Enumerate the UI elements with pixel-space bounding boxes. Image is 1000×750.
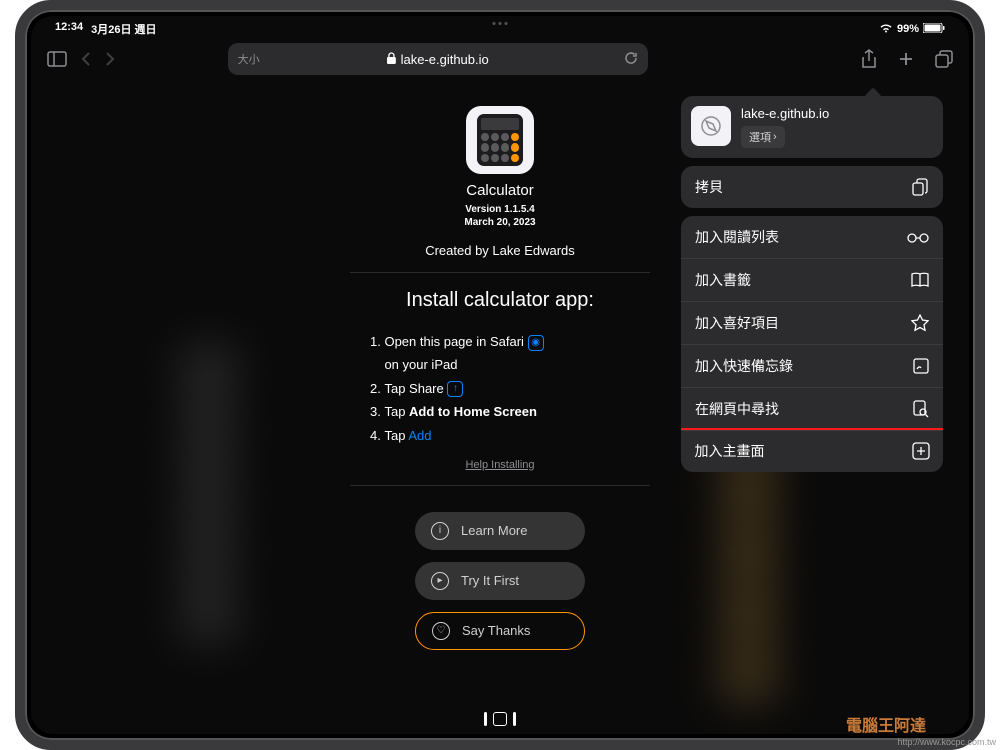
plus-square-icon — [912, 442, 930, 460]
battery-icon — [923, 23, 945, 36]
reload-button[interactable] — [624, 51, 638, 68]
help-link[interactable]: Help Installing — [465, 459, 534, 471]
heart-icon: ♡ — [432, 622, 450, 640]
new-tab-button[interactable] — [897, 50, 915, 68]
divider — [350, 272, 650, 273]
install-steps: Open this page in Safari ◉ on your iPad … — [370, 330, 630, 447]
app-name: Calculator — [466, 182, 534, 199]
share-sheet: lake-e.github.io 選項› 拷貝 加入閱讀列表 加入書籤 加入喜好… — [681, 96, 943, 480]
share-reading-list[interactable]: 加入閱讀列表 — [681, 216, 943, 259]
dock-handle[interactable] — [484, 712, 516, 726]
status-time: 12:34 — [55, 21, 83, 37]
share-find-on-page[interactable]: 在網頁中尋找 — [681, 388, 943, 431]
status-date: 3月26日 週日 — [91, 21, 156, 37]
share-button[interactable] — [861, 49, 877, 69]
watermark-brand: 電腦王阿達 — [846, 712, 926, 736]
book-icon — [911, 272, 929, 288]
app-author: Created by Lake Edwards — [425, 243, 575, 258]
info-icon: i — [431, 522, 449, 540]
share-site-title: lake-e.github.io — [741, 106, 829, 123]
chevron-right-icon: › — [773, 131, 777, 143]
find-icon — [913, 400, 929, 418]
try-it-button[interactable]: ▸Try It First — [415, 562, 585, 600]
step-3: Tap Add to Home Screen — [370, 400, 630, 423]
text-size-control[interactable]: 大小 — [238, 51, 260, 67]
play-icon: ▸ — [431, 572, 449, 590]
battery-percent: 99% — [897, 23, 919, 35]
share-options-button[interactable]: 選項› — [741, 126, 785, 148]
share-bookmark[interactable]: 加入書籤 — [681, 259, 943, 302]
safari-toolbar: 大小 lake-e.github.io — [31, 38, 969, 80]
say-thanks-button[interactable]: ♡Say Thanks — [415, 612, 585, 650]
safari-compass-icon: ◉ — [528, 335, 544, 351]
share-copy[interactable]: 拷貝 — [681, 166, 943, 208]
site-thumb-icon — [691, 106, 731, 146]
watermark-url: http://www.kocpc.com.tw — [897, 738, 996, 748]
share-add-home-screen[interactable]: 加入主畫面 — [681, 428, 943, 472]
app-icon — [466, 106, 534, 174]
wifi-icon — [879, 23, 893, 36]
share-inline-icon: ↑ — [447, 381, 463, 397]
back-button[interactable] — [81, 51, 91, 67]
sidebar-icon[interactable] — [47, 51, 67, 67]
lock-icon — [387, 52, 396, 67]
share-quick-note[interactable]: 加入快速備忘錄 — [681, 345, 943, 388]
step-1: Open this page in Safari ◉ on your iPad — [370, 330, 630, 377]
app-version: Version 1.1.5.4 March 20, 2023 — [464, 203, 535, 229]
learn-more-button[interactable]: iLearn More — [415, 512, 585, 550]
screen: 12:34 3月26日 週日 99% 大小 lake-e.github.io — [31, 16, 969, 734]
url-domain: lake-e.github.io — [401, 52, 489, 67]
tabs-button[interactable] — [935, 50, 953, 68]
camera-notch — [493, 22, 508, 25]
step-4: Tap Add — [370, 424, 630, 447]
status-bar: 12:34 3月26日 週日 99% — [31, 16, 969, 38]
star-icon — [911, 314, 929, 332]
share-header: lake-e.github.io 選項› — [681, 96, 943, 158]
share-favorite[interactable]: 加入喜好項目 — [681, 302, 943, 345]
glasses-icon — [907, 231, 929, 243]
note-icon — [913, 358, 929, 374]
divider — [350, 485, 650, 486]
copy-icon — [911, 178, 929, 196]
address-bar[interactable]: 大小 lake-e.github.io — [228, 43, 648, 75]
install-heading: Install calculator app: — [406, 289, 594, 312]
step-2: Tap Share ↑ — [370, 377, 630, 400]
forward-button[interactable] — [105, 51, 115, 67]
ipad-frame: 12:34 3月26日 週日 99% 大小 lake-e.github.io — [15, 0, 985, 750]
